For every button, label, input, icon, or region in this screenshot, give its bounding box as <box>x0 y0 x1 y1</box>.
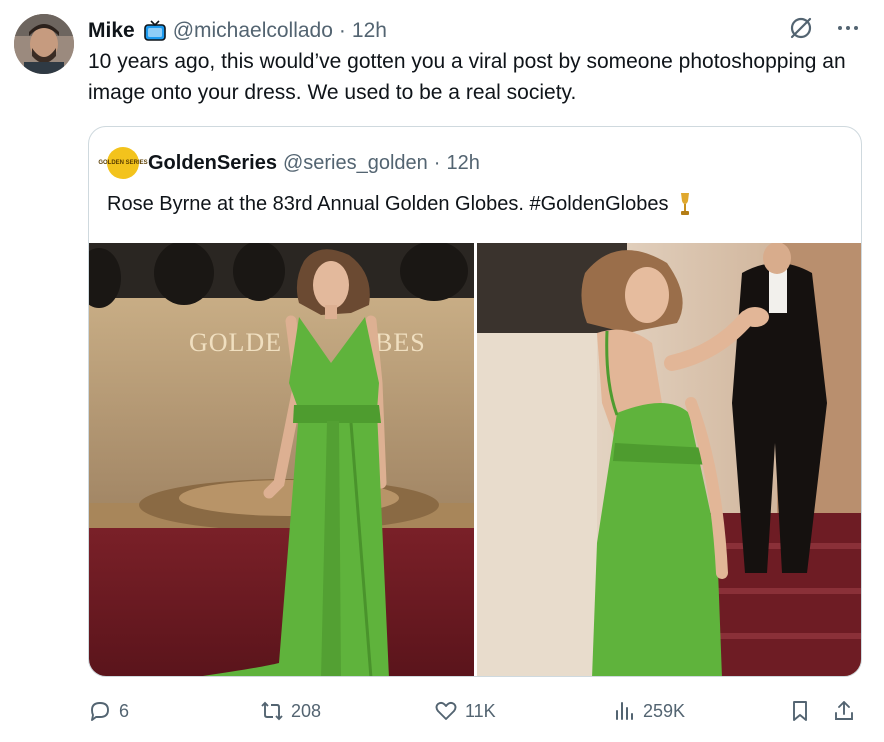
photo-right[interactable] <box>477 243 861 676</box>
author-handle[interactable]: @michaelcollado <box>173 19 333 43</box>
action-bar: 6 208 11K 259K <box>88 694 860 728</box>
bookmark-icon <box>793 701 807 721</box>
quote-time[interactable]: 12h <box>446 152 479 175</box>
photo-right-image <box>477 243 861 676</box>
separator-dot: · <box>338 19 346 42</box>
photo-left-image: GOLDE BES <box>89 243 474 676</box>
heart-icon <box>435 701 457 720</box>
reply-button[interactable]: 6 <box>88 694 129 728</box>
author-name[interactable]: Mike <box>88 19 135 43</box>
like-button[interactable]: 11K <box>434 694 496 728</box>
quote-separator-dot: · <box>433 151 441 174</box>
post-time[interactable]: 12h <box>352 19 387 43</box>
views-button[interactable]: 259K <box>612 694 685 728</box>
trophy-icon <box>681 193 690 215</box>
share-button[interactable] <box>832 694 856 728</box>
repost-button[interactable]: 208 <box>260 694 321 728</box>
post-header: Mike @michaelcollado · 12h <box>88 14 860 48</box>
quoted-post[interactable]: GOLDEN SERIES GoldenSeries @series_golde… <box>88 126 862 677</box>
repost-icon <box>261 701 283 721</box>
quote-avatar-logo-text: GOLDEN SERIES <box>98 160 148 166</box>
quote-text: Rose Byrne at the 83rd Annual Golden Glo… <box>107 193 669 215</box>
reply-count: 6 <box>119 700 130 721</box>
more-icon[interactable] <box>836 16 860 46</box>
views-count: 259K <box>643 700 686 721</box>
reply-icon <box>91 702 109 721</box>
bookmark-button[interactable] <box>788 694 812 728</box>
tv-icon <box>143 19 167 43</box>
photo-left[interactable]: GOLDE BES <box>89 243 474 676</box>
quote-author-name[interactable]: GoldenSeries <box>148 152 277 175</box>
share-icon <box>835 701 853 720</box>
quote-author-handle[interactable]: @series_golden <box>283 152 428 175</box>
avatar-image <box>14 14 74 74</box>
quote-avatar[interactable]: GOLDEN SERIES <box>98 147 148 179</box>
quote-header: GOLDEN SERIES GoldenSeries @series_golde… <box>98 147 480 179</box>
post-text: 10 years ago, this would’ve gotten you a… <box>88 50 846 104</box>
backdrop-right-text: BES <box>375 328 426 357</box>
backdrop-left-text: GOLDE <box>189 328 282 357</box>
repost-count: 208 <box>291 700 322 721</box>
avatar[interactable] <box>14 14 74 74</box>
like-count: 11K <box>465 700 496 721</box>
views-icon <box>616 702 633 720</box>
slashed-circle-icon[interactable] <box>788 15 814 47</box>
quote-text-row: Rose Byrne at the 83rd Annual Golden Glo… <box>107 189 692 219</box>
